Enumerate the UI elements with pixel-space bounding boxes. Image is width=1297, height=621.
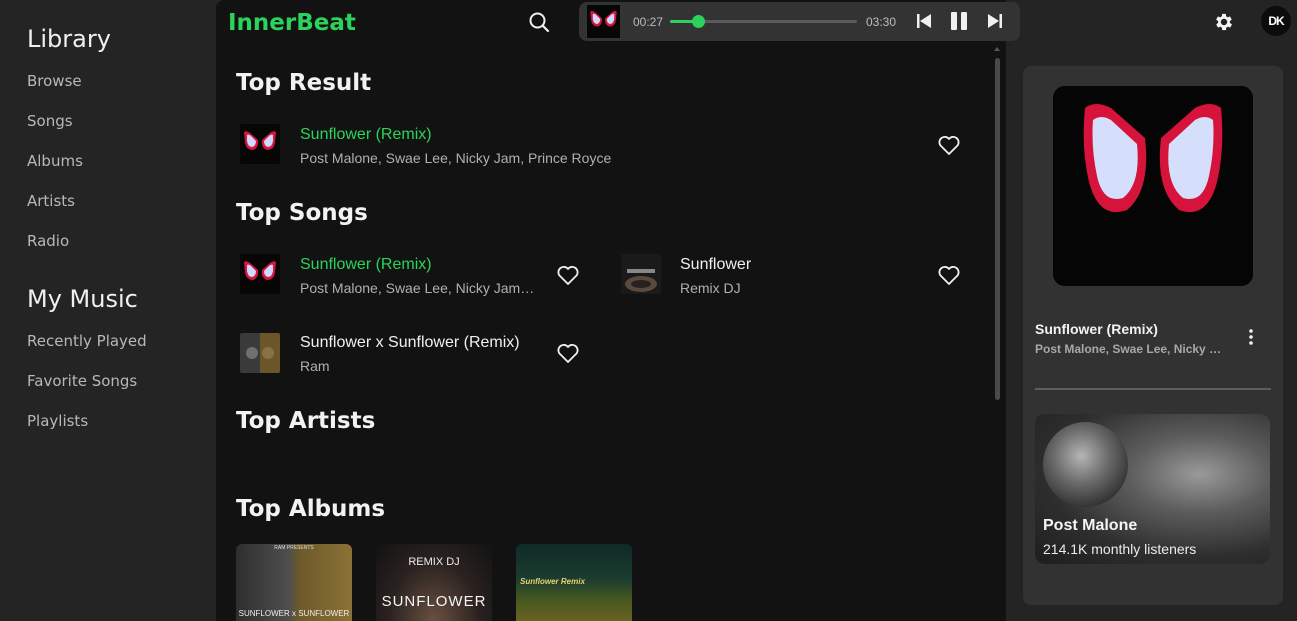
- search-icon[interactable]: [528, 11, 550, 33]
- artist-photo: [1043, 422, 1128, 507]
- song-title[interactable]: Sunflower x Sunflower (Remix): [300, 334, 520, 352]
- total-time: 03:30: [866, 15, 897, 29]
- current-time: 00:27: [633, 15, 664, 29]
- avatar[interactable]: DK: [1261, 6, 1291, 36]
- main-content[interactable]: InnerBeat Top Result Sunflower (Remix) P…: [216, 0, 1006, 621]
- artist-listeners: 214.1K monthly listeners: [1043, 541, 1197, 557]
- top-result-artist[interactable]: Post Malone, Swae Lee, Nicky Jam, Prince…: [300, 150, 700, 166]
- song-artist[interactable]: Ram: [300, 358, 500, 374]
- album-caption-top: RAM PRESENTS: [274, 545, 314, 551]
- song-artist[interactable]: Remix DJ: [680, 280, 880, 296]
- now-playing-title[interactable]: Sunflower (Remix): [1035, 321, 1158, 337]
- heart-icon[interactable]: [937, 264, 961, 286]
- now-playing-artist[interactable]: Post Malone, Swae Lee, Nicky Jam, Prince…: [1035, 342, 1225, 356]
- scrollbar-thumb[interactable]: [995, 58, 1000, 400]
- sidebar-item-artists[interactable]: Artists: [27, 192, 75, 210]
- app-window: Library Browse Songs Albums Artists Radi…: [0, 0, 1297, 621]
- album-caption-top: REMIX DJ: [408, 556, 460, 568]
- library-title: Library: [27, 25, 111, 53]
- album-card[interactable]: RAM PRESENTS SUNFLOWER x SUNFLOWER: [236, 544, 352, 621]
- sidebar-item-radio[interactable]: Radio: [27, 232, 69, 250]
- sidebar-item-albums[interactable]: Albums: [27, 152, 83, 170]
- artist-name[interactable]: Post Malone: [1043, 517, 1137, 535]
- player-bar[interactable]: 00:27 03:30: [579, 2, 1020, 41]
- song-title[interactable]: Sunflower (Remix): [300, 256, 432, 274]
- sidebar-item-playlists[interactable]: Playlists: [27, 412, 88, 430]
- app-logo[interactable]: InnerBeat: [228, 10, 356, 36]
- pause-icon[interactable]: [949, 12, 969, 30]
- sidebar-item-recently-played[interactable]: Recently Played: [27, 332, 147, 350]
- my-music-title: My Music: [27, 285, 138, 313]
- song-title[interactable]: Sunflower: [680, 256, 751, 274]
- top-result-heading: Top Result: [236, 70, 372, 96]
- next-icon[interactable]: [987, 13, 1003, 29]
- artist-card[interactable]: Post Malone 214.1K monthly listeners: [1035, 414, 1270, 564]
- song-cover[interactable]: [621, 254, 661, 294]
- progress-slider[interactable]: [670, 15, 857, 28]
- top-artists-heading: Top Artists: [236, 408, 376, 434]
- heart-icon[interactable]: [937, 134, 961, 156]
- album-card[interactable]: Sunflower Remix: [516, 544, 632, 621]
- player-cover[interactable]: [587, 5, 620, 38]
- sidebar-item-favorite-songs[interactable]: Favorite Songs: [27, 372, 137, 390]
- heart-icon[interactable]: [556, 342, 580, 364]
- sidebar: Library Browse Songs Albums Artists Radi…: [0, 0, 216, 621]
- album-caption-bottom: SUNFLOWER x SUNFLOWER: [238, 609, 350, 618]
- album-caption-top: Sunflower Remix: [520, 577, 585, 586]
- heart-icon[interactable]: [556, 264, 580, 286]
- top-result-title[interactable]: Sunflower (Remix): [300, 126, 432, 144]
- song-cover[interactable]: [240, 254, 280, 294]
- song-artist[interactable]: Post Malone, Swae Lee, Nicky Jam, Prince…: [300, 280, 538, 296]
- more-options-icon[interactable]: [1247, 328, 1255, 346]
- album-caption-bottom: SUNFLOWER: [381, 593, 487, 610]
- previous-icon[interactable]: [916, 13, 932, 29]
- album-card[interactable]: REMIX DJ SUNFLOWER: [376, 544, 492, 621]
- top-albums-heading: Top Albums: [236, 496, 386, 522]
- progress-handle[interactable]: [692, 15, 706, 28]
- now-playing-cover: [1053, 86, 1253, 286]
- top-result-cover[interactable]: [240, 124, 280, 164]
- top-songs-heading: Top Songs: [236, 200, 368, 226]
- sidebar-item-songs[interactable]: Songs: [27, 112, 73, 130]
- song-cover[interactable]: [240, 333, 280, 373]
- sidebar-item-browse[interactable]: Browse: [27, 72, 82, 90]
- scroll-up-arrow-icon[interactable]: [994, 47, 1000, 51]
- now-playing-panel: Sunflower (Remix) Post Malone, Swae Lee,…: [1023, 66, 1283, 605]
- divider: [1035, 388, 1271, 390]
- gear-icon[interactable]: [1213, 11, 1235, 33]
